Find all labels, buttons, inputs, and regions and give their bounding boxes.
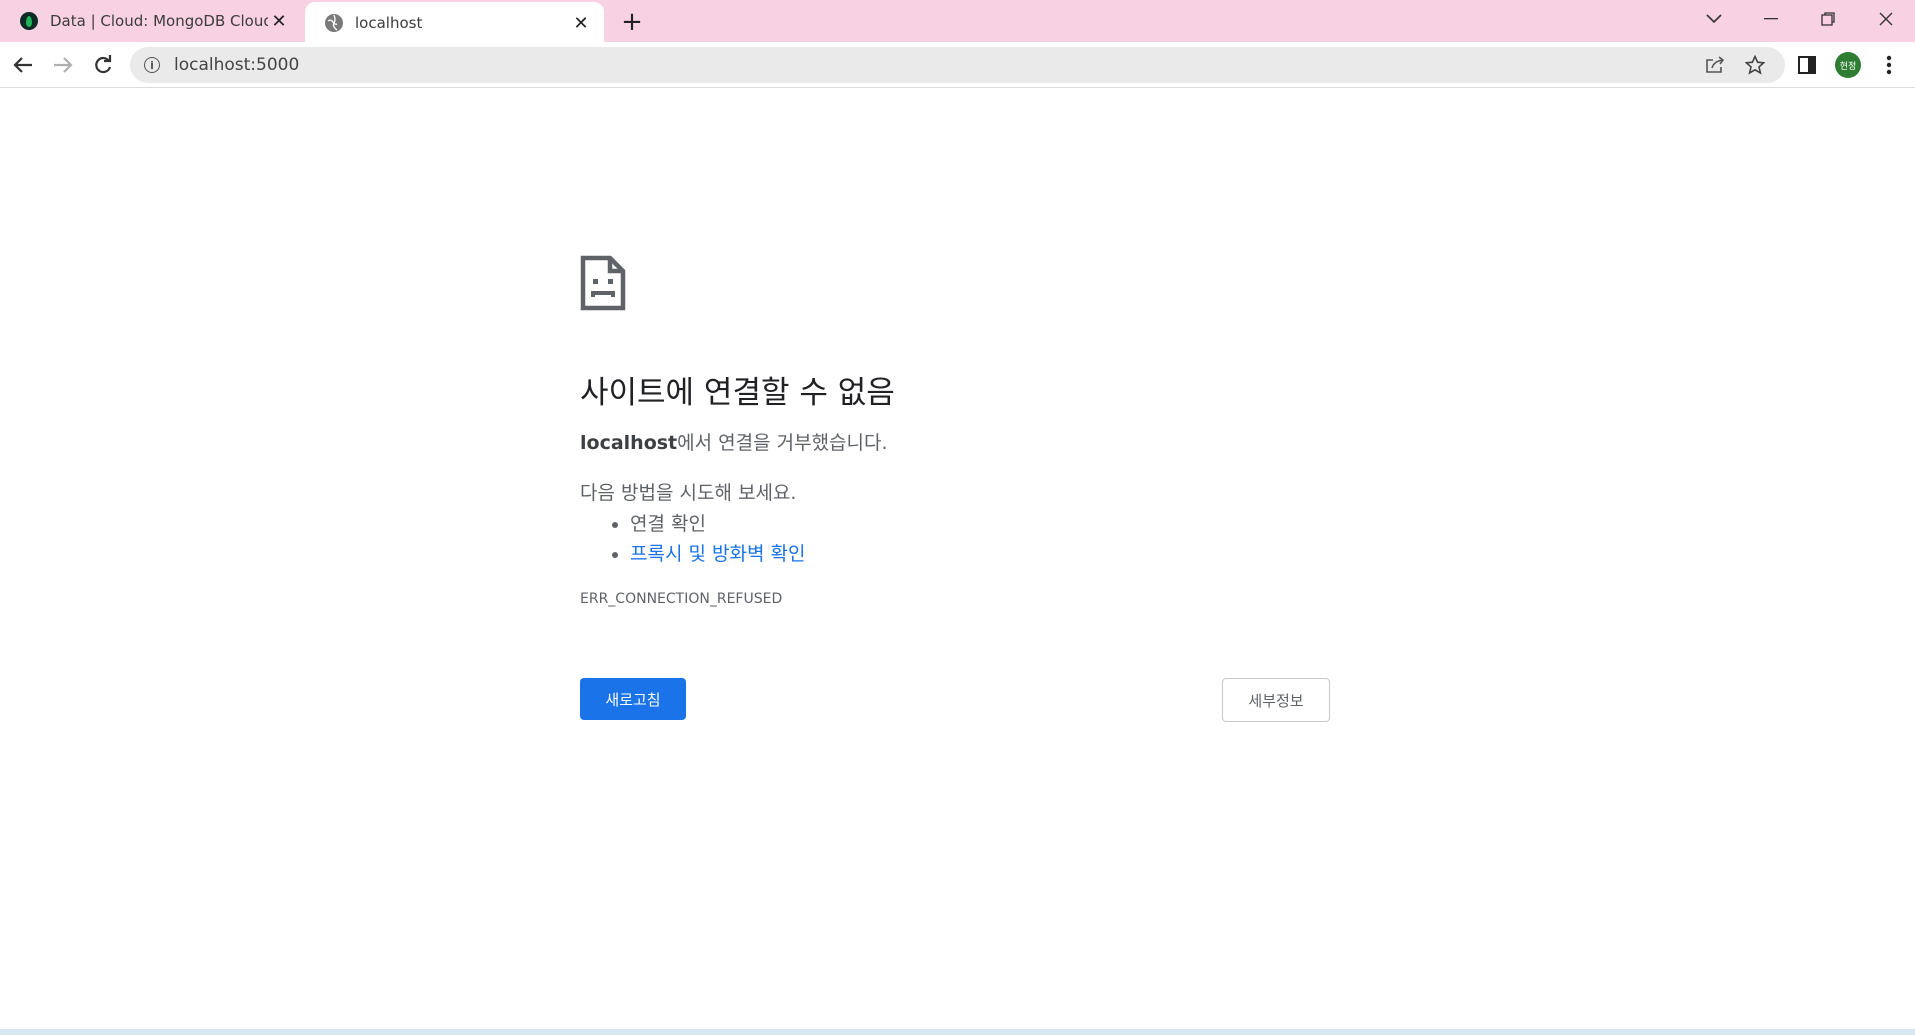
mongodb-leaf-icon: [20, 12, 38, 30]
tab-mongodb-cloud[interactable]: Data | Cloud: MongoDB Cloud ✕: [0, 0, 302, 42]
sad-page-icon: [580, 255, 626, 311]
reload-icon[interactable]: [88, 50, 118, 80]
close-window-icon[interactable]: [1858, 0, 1914, 38]
error-summary: localhost에서 연결을 거부했습니다.: [580, 428, 1330, 455]
error-host: localhost: [580, 432, 678, 454]
error-code: ERR_CONNECTION_REFUSED: [580, 591, 783, 607]
forward-arrow-icon[interactable]: [48, 50, 78, 80]
suggestion-check-connection: 연결 확인: [630, 509, 1330, 539]
tab-localhost[interactable]: localhost ✕: [305, 2, 604, 44]
reload-button[interactable]: 새로고침: [580, 678, 686, 720]
back-arrow-icon[interactable]: [8, 50, 38, 80]
tab-strip: Data | Cloud: MongoDB Cloud ✕ localhost …: [0, 0, 1915, 44]
restore-icon[interactable]: [1800, 0, 1856, 38]
close-icon[interactable]: ✕: [268, 10, 290, 32]
share-icon[interactable]: [1704, 54, 1726, 76]
bottom-edge: [0, 1029, 1915, 1035]
globe-icon: [325, 14, 343, 32]
close-icon[interactable]: ✕: [570, 12, 592, 34]
details-button[interactable]: 세부정보: [1222, 678, 1330, 722]
error-summary-text: 에서 연결을 거부했습니다.: [677, 432, 888, 454]
error-headline: 사이트에 연결할 수 없음: [580, 375, 895, 411]
suggestions-list: 연결 확인 프록시 및 방화벽 확인: [580, 509, 1330, 569]
tab-search-chevron-down-icon[interactable]: [1686, 0, 1742, 38]
new-tab-button[interactable]: +: [618, 7, 646, 37]
suggestion-check-proxy-firewall: 프록시 및 방화벽 확인: [630, 539, 1330, 569]
minimize-icon[interactable]: [1743, 0, 1799, 38]
tab-title: localhost: [355, 14, 423, 32]
more-menu-icon[interactable]: [1876, 52, 1902, 78]
address-bar[interactable]: i localhost:5000: [130, 47, 1785, 83]
error-page: 사이트에 연결할 수 없음 localhost에서 연결을 거부했습니다. 다음…: [580, 255, 1330, 722]
suggestions-heading: 다음 방법을 시도해 보세요.: [580, 482, 797, 504]
bookmark-star-icon[interactable]: [1744, 54, 1766, 76]
tab-title: Data | Cloud: MongoDB Cloud: [50, 12, 268, 30]
address-url: localhost:5000: [174, 55, 300, 75]
side-panel-icon[interactable]: [1794, 52, 1820, 78]
browser-toolbar: i localhost:5000 현정: [0, 42, 1915, 88]
proxy-firewall-link[interactable]: 프록시 및 방화벽 확인: [630, 543, 805, 565]
profile-avatar[interactable]: 현정: [1835, 52, 1861, 78]
site-info-icon[interactable]: i: [144, 57, 160, 73]
